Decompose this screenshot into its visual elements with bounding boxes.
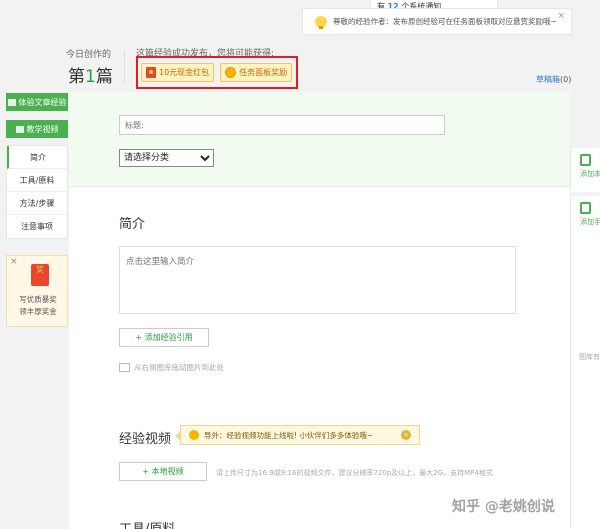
image-icon [119, 363, 130, 372]
video-icon [15, 125, 24, 133]
title-input[interactable] [119, 115, 445, 135]
add-reference-button[interactable]: + 添加经验引用 [119, 328, 209, 347]
today-label: 今日创作的 [66, 50, 112, 60]
divider [124, 50, 125, 84]
count-suffix: 篇 [95, 67, 113, 87]
article-experience-button[interactable]: 体验文章经验 [6, 93, 68, 111]
video-tip: 导外：经验视频功能上线啦! 小伙伴们多多体验哦~ × [175, 425, 420, 445]
promo-line-1: 写优质暴奖 [19, 295, 57, 304]
image-drop-hint: 从右侧图库拖动图片到此处 [119, 362, 224, 373]
drafts-label: 草稿箱 [536, 75, 560, 84]
section-nav: 简介 工具/原料 方法/步骤 注意事项 [6, 145, 68, 239]
tools-heading: 工具/原料 [119, 518, 175, 529]
nav-item-intro[interactable]: 简介 [7, 146, 67, 169]
drafts-link[interactable]: 草稿箱(0) [536, 74, 571, 85]
teaching-video-button[interactable]: 教学视频 [6, 120, 68, 138]
local-video-button[interactable]: + 本地视频 [119, 462, 207, 481]
nav-item-notes[interactable]: 注意事项 [7, 215, 67, 238]
cash-reward-label: 10元现金红包 [159, 68, 210, 77]
add-phone-image-button[interactable]: 添加手机图片 [570, 196, 600, 240]
drafts-count: (0) [560, 75, 572, 84]
close-icon[interactable]: × [10, 257, 18, 267]
task-reward-tag[interactable]: 任务面板奖励 [220, 63, 293, 82]
tip-banner: 尊敬的经验作者：发布原创经验可在任务面板领取对应悬赏奖励哦~ × [302, 8, 572, 35]
add-local-image-button[interactable]: 添加本地图片 [570, 148, 600, 192]
image-icon [580, 154, 591, 166]
add-phone-image-label: 添加手机图片 [580, 218, 600, 226]
promo-text: 写优质暴奖 领丰厚奖金 [7, 294, 69, 318]
video-button-label: 教学视频 [26, 124, 59, 134]
category-select[interactable]: 请选择分类 [119, 149, 214, 167]
article-icon [7, 98, 16, 106]
article-button-label: 体验文章经验 [18, 97, 67, 107]
close-icon[interactable]: × [557, 11, 565, 21]
coin-icon [225, 67, 237, 78]
watermark: 知乎 @老姚创说 [452, 499, 555, 515]
close-icon[interactable]: × [401, 430, 411, 440]
title-section: 请选择分类 [69, 92, 570, 187]
task-reward-label: 任务面板奖励 [239, 68, 288, 77]
promo-card[interactable]: × 奖 写优质暴奖 领丰厚奖金 [6, 255, 68, 327]
video-tip-text: 导外：经验视频功能上线啦! 小伙伴们多多体验哦~ [204, 430, 374, 440]
editor-panel: 请选择分类 简介 + 添加经验引用 从右侧图库拖动图片到此处 经验视频 导外：经… [69, 92, 570, 529]
smile-icon [189, 430, 199, 440]
image-library-panel [570, 240, 600, 529]
count-prefix: 第 [68, 67, 85, 87]
tip-text: 尊敬的经验作者：发布原创经验可在任务面板领取对应悬赏奖励哦~ [333, 17, 557, 26]
today-count: 第1篇 [68, 62, 113, 87]
image-hint-text: 从右侧图库拖动图片到此处 [134, 363, 224, 372]
add-local-image-label: 添加本地图片 [580, 170, 600, 178]
intro-textarea[interactable] [119, 246, 516, 314]
count-number: 1 [85, 67, 96, 87]
nav-item-tools[interactable]: 工具/原料 [7, 169, 67, 192]
video-heading: 经验视频 [119, 432, 172, 447]
reward-highlight-box: 10元现金红包 任务面板奖励 [136, 56, 298, 89]
reward-badge-icon: 奖 [31, 264, 49, 286]
intro-heading: 简介 [119, 217, 146, 232]
nav-item-steps[interactable]: 方法/步骤 [7, 192, 67, 215]
phone-icon [580, 202, 591, 214]
red-envelope-icon [146, 67, 156, 78]
lightbulb-icon [315, 15, 327, 29]
video-upload-hint: 请上传尺寸为16:9或9:16的视频文件，建议分辨率720p及以上，最大2G，支… [216, 469, 493, 477]
cash-reward-tag[interactable]: 10元现金红包 [141, 63, 215, 82]
image-library-hint: 图库有... [579, 353, 600, 361]
promo-line-2: 领丰厚奖金 [19, 307, 57, 316]
